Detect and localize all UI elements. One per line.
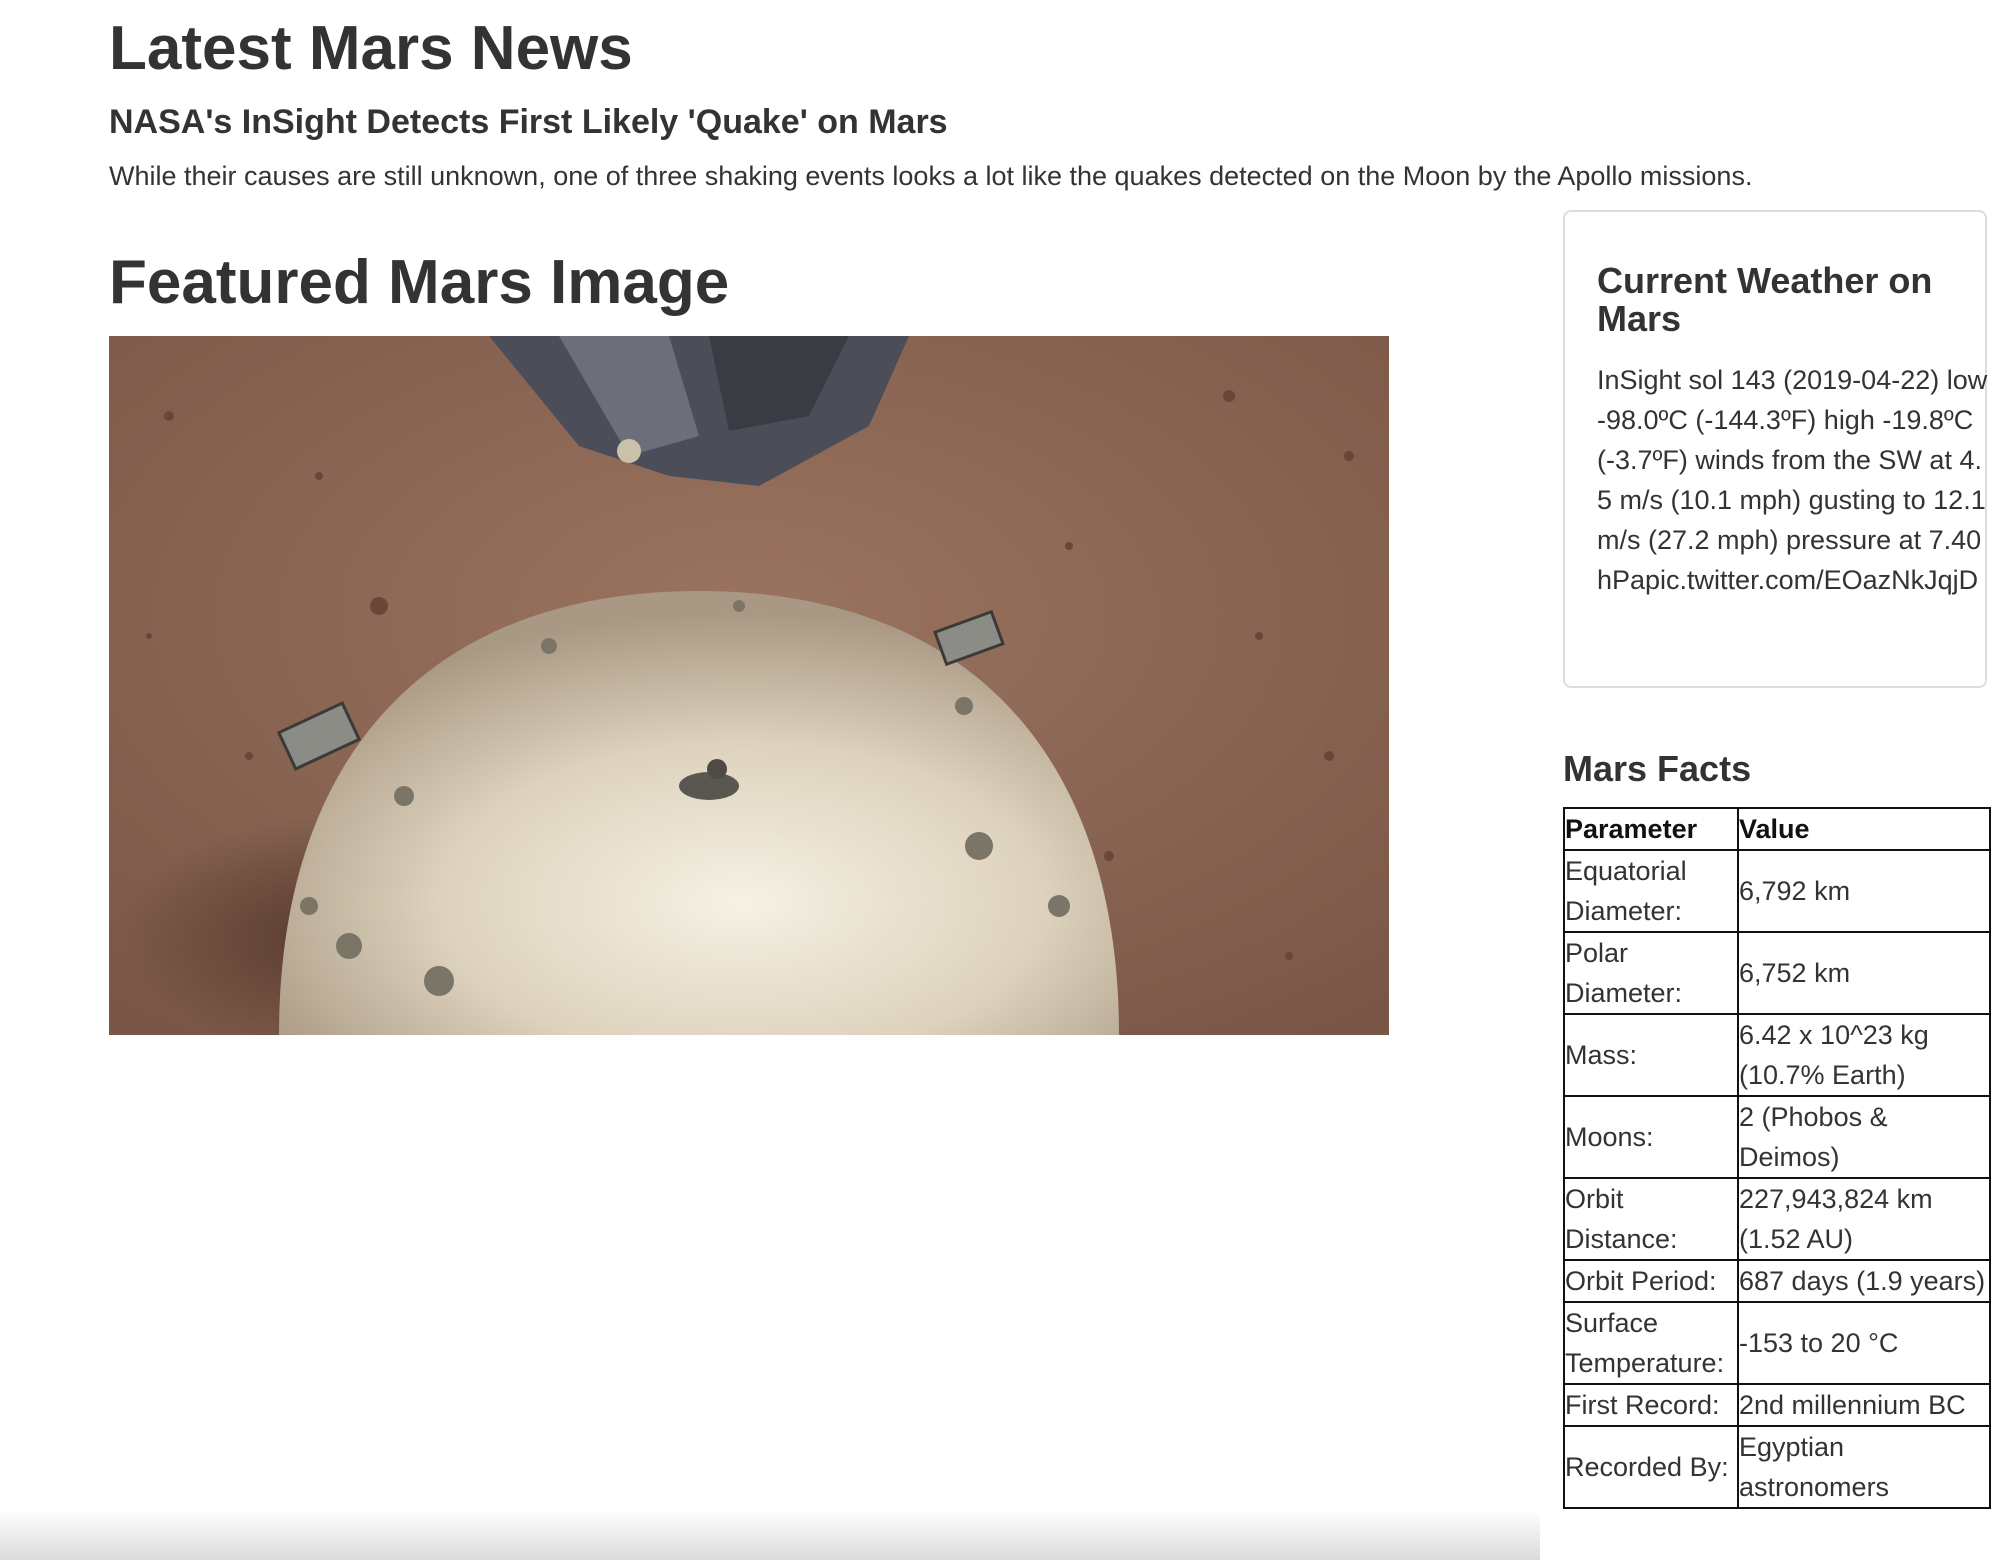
news-teaser: While their causes are still unknown, on… (109, 161, 1753, 191)
parameter-cell: Moons: (1563, 1095, 1739, 1179)
parameter-cell: Surface Temperature: (1563, 1301, 1739, 1385)
parameter-cell: Recorded By: (1563, 1425, 1739, 1509)
table-row: Orbit Period: 687 days (1.9 years) (1563, 1259, 1991, 1303)
value-cell: 6.42 x 10^23 kg (10.7% Earth) (1737, 1013, 1991, 1097)
table-row: Surface Temperature: -153 to 20 °C (1563, 1301, 1991, 1385)
featured-image-illustration (109, 336, 1389, 1035)
mars-facts-table: Parameter Value Equatorial Diameter: 6,7… (1563, 807, 1991, 1509)
table-row: Mass: 6.42 x 10^23 kg (10.7% Earth) (1563, 1013, 1991, 1097)
value-cell: 6,792 km (1737, 849, 1991, 933)
page: Latest Mars News NASA's InSight Detects … (0, 0, 2008, 1560)
parameter-cell: Orbit Distance: (1563, 1177, 1739, 1261)
value-cell: -153 to 20 °C (1737, 1301, 1991, 1385)
featured-mars-image[interactable] (109, 336, 1389, 1035)
parameter-cell: Equatorial Diameter: (1563, 849, 1739, 933)
value-cell: 227,943,824 km (1.52 AU) (1737, 1177, 1991, 1261)
table-row: First Record: 2nd millennium BC (1563, 1383, 1991, 1427)
column-header-parameter: Parameter (1563, 807, 1739, 851)
weather-tweet-text: InSight sol 143 (2019-04-22) low -98.0ºC… (1597, 365, 1988, 595)
parameter-cell: First Record: (1563, 1383, 1739, 1427)
table-row: Moons: 2 (Phobos & Deimos) (1563, 1095, 1991, 1179)
value-cell: 2 (Phobos & Deimos) (1737, 1095, 1991, 1179)
parameter-cell: Orbit Period: (1563, 1259, 1739, 1303)
value-cell: 687 days (1.9 years) (1737, 1259, 1991, 1303)
weather-title: Current Weather on Mars (1597, 260, 1933, 339)
column-header-value: Value (1737, 807, 1991, 851)
value-cell: Egyptian astronomers (1737, 1425, 1991, 1509)
value-cell: 6,752 km (1737, 931, 1991, 1015)
table-header-row: Parameter Value (1563, 807, 1991, 851)
parameter-cell: Polar Diameter: (1563, 931, 1739, 1015)
facts-title: Mars Facts (1563, 748, 1752, 789)
table-row: Recorded By: Egyptian astronomers (1563, 1425, 1991, 1509)
value-cell: 2nd millennium BC (1737, 1383, 1991, 1427)
parameter-cell: Mass: (1563, 1013, 1739, 1097)
news-section-title: Latest Mars News (109, 14, 633, 83)
table-row: Orbit Distance: 227,943,824 km (1.52 AU) (1563, 1177, 1991, 1261)
table-row: Polar Diameter: 6,752 km (1563, 931, 1991, 1015)
weather-panel: Current Weather on Mars InSight sol 143 … (1563, 210, 1987, 688)
table-row: Equatorial Diameter: 6,792 km (1563, 849, 1991, 933)
scroll-fade-overlay (0, 1510, 1540, 1560)
news-headline[interactable]: NASA's InSight Detects First Likely 'Qua… (109, 100, 948, 144)
featured-image-title: Featured Mars Image (109, 248, 730, 317)
